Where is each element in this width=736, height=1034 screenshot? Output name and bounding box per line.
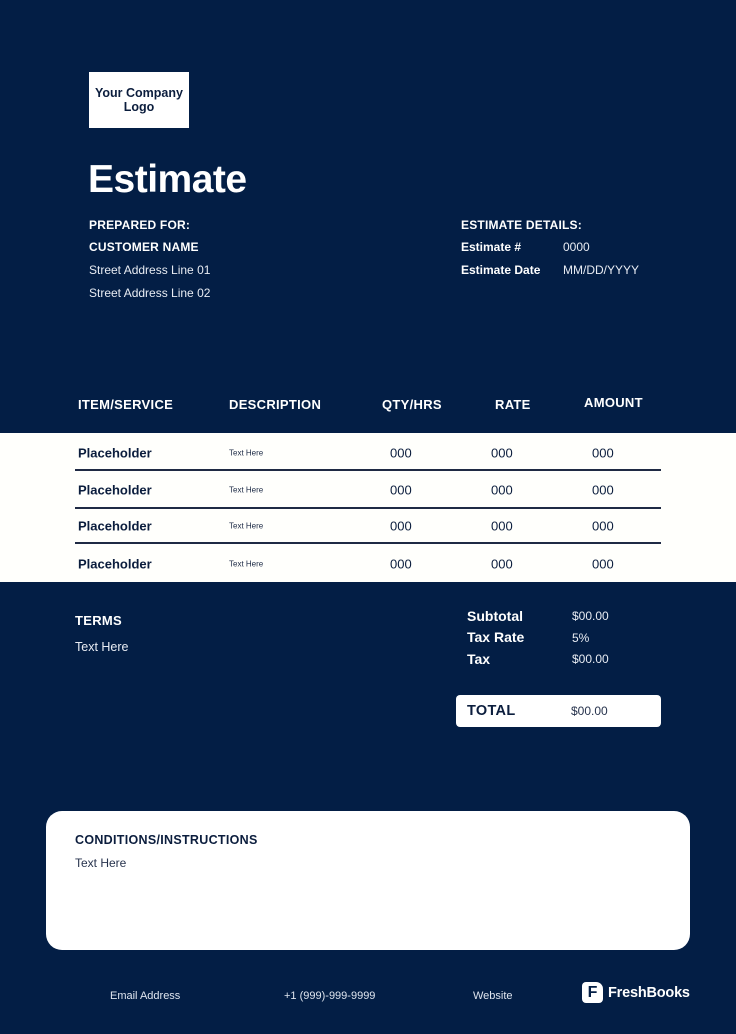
footer-email: Email Address <box>110 990 181 1002</box>
column-header-item: ITEM/SERVICE <box>78 397 174 412</box>
rate-cell: 000 <box>491 445 513 460</box>
amount-cell: 000 <box>592 445 614 460</box>
column-header-description: DESCRIPTION <box>229 397 322 412</box>
qty-cell: 000 <box>390 445 412 460</box>
qty-cell: 000 <box>390 518 412 533</box>
tax-rate-label: Tax Rate <box>467 629 525 645</box>
table-row: Placeholder Text Here 000 000 000 <box>0 545 736 582</box>
estimate-number-label: Estimate # <box>461 240 522 254</box>
terms-heading: TERMS <box>75 613 122 628</box>
description-cell: Text Here <box>229 448 264 457</box>
description-cell: Text Here <box>229 559 264 568</box>
table-row: Placeholder Text Here 000 000 000 <box>0 507 736 544</box>
total-box: TOTAL $00.00 <box>456 695 661 727</box>
amount-cell: 000 <box>592 482 614 497</box>
estimate-date-label: Estimate Date <box>461 263 541 277</box>
logo-text: Your Company Logo <box>95 86 183 114</box>
qty-cell: 000 <box>390 482 412 497</box>
freshbooks-f-icon: F <box>582 982 603 1003</box>
qty-cell: 000 <box>390 556 412 571</box>
column-header-rate: RATE <box>495 397 531 412</box>
table-row: Placeholder Text Here 000 000 000 <box>0 434 736 471</box>
prepared-for-heading: PREPARED FOR: <box>89 218 191 232</box>
amount-cell: 000 <box>592 518 614 533</box>
conditions-text: Text Here <box>75 856 127 870</box>
amount-cell: 000 <box>592 556 614 571</box>
company-logo-placeholder: Your Company Logo <box>89 72 189 128</box>
conditions-card: CONDITIONS/INSTRUCTIONS Text Here <box>46 811 690 950</box>
item-cell: Placeholder <box>78 482 152 497</box>
rate-cell: 000 <box>491 518 513 533</box>
footer-phone: +1 (999)-999-9999 <box>284 990 376 1002</box>
item-cell: Placeholder <box>78 518 152 533</box>
description-cell: Text Here <box>229 485 264 494</box>
total-value: $00.00 <box>571 704 608 718</box>
terms-text: Text Here <box>75 640 129 654</box>
freshbooks-brand: F FreshBooks <box>582 982 690 1003</box>
conditions-heading: CONDITIONS/INSTRUCTIONS <box>75 833 258 847</box>
tax-rate-value: 5% <box>572 631 590 645</box>
brand-name: FreshBooks <box>608 984 690 1001</box>
total-label: TOTAL <box>467 703 516 719</box>
item-cell: Placeholder <box>78 556 152 571</box>
address-line-1: Street Address Line 01 <box>89 263 211 277</box>
rate-cell: 000 <box>491 482 513 497</box>
description-cell: Text Here <box>229 521 264 530</box>
item-cell: Placeholder <box>78 445 152 460</box>
subtotal-value: $00.00 <box>572 609 609 623</box>
estimate-number-value: 0000 <box>563 240 590 254</box>
row-divider <box>75 542 661 544</box>
subtotal-label: Subtotal <box>467 608 523 624</box>
footer-website: Website <box>473 990 513 1002</box>
estimate-details-heading: ESTIMATE DETAILS: <box>461 218 582 232</box>
table-row: Placeholder Text Here 000 000 000 <box>0 471 736 508</box>
column-header-amount: AMOUNT <box>584 395 643 410</box>
page-title: Estimate <box>88 158 247 201</box>
rate-cell: 000 <box>491 556 513 571</box>
estimate-date-value: MM/DD/YYYY <box>563 263 640 277</box>
tax-value: $00.00 <box>572 652 609 666</box>
line-items-table: Placeholder Text Here 000 000 000 Placeh… <box>0 433 736 582</box>
column-header-qty: QTY/HRS <box>382 397 442 412</box>
address-line-2: Street Address Line 02 <box>89 286 211 300</box>
customer-name: CUSTOMER NAME <box>89 240 199 254</box>
tax-label: Tax <box>467 651 491 667</box>
